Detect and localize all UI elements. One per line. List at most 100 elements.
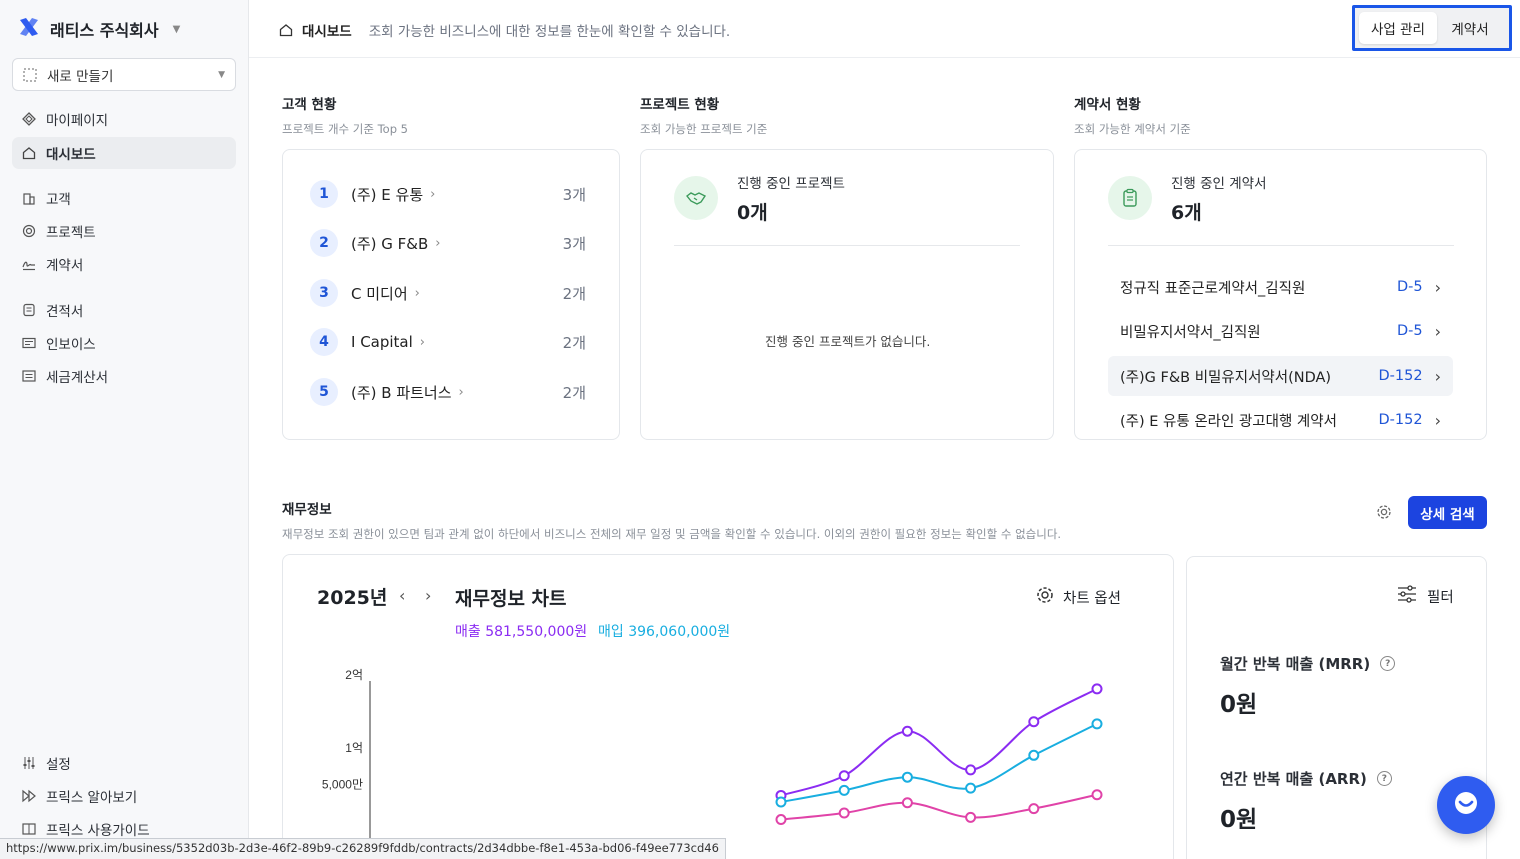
customer-row[interactable]: 4 I Capital › 2개 bbox=[310, 328, 586, 356]
quote-icon bbox=[22, 303, 36, 317]
active-contracts-value: 6개 bbox=[1171, 202, 1202, 224]
sidebar-item-quotes[interactable]: 견적서 bbox=[12, 294, 236, 326]
home-icon bbox=[22, 146, 36, 160]
company-switcher[interactable]: 래티스 주식회사 ▼ bbox=[18, 16, 180, 42]
filter-label: 필터 bbox=[1427, 589, 1454, 606]
tab-contracts[interactable]: 계약서 bbox=[1437, 12, 1503, 44]
series-line-1 bbox=[780, 723, 1098, 804]
projects-card: 진행 중인 프로젝트 0개 진행 중인 프로젝트가 없습니다. bbox=[640, 149, 1054, 440]
sidebar-item-label: 고객 bbox=[46, 192, 71, 208]
series-point-1 bbox=[775, 796, 787, 808]
customer-row[interactable]: 1 (주) E 유통 › 3개 bbox=[310, 180, 586, 208]
sidebar-item-invoices[interactable]: 인보이스 bbox=[12, 327, 236, 359]
sidebar-item-label: 프로젝트 bbox=[46, 225, 96, 241]
y-tick-label: 5,000만 bbox=[322, 778, 363, 792]
sidebar-item-about[interactable]: 프릭스 알아보기 bbox=[12, 780, 236, 812]
sidebar-item-settings[interactable]: 설정 bbox=[12, 747, 236, 779]
customers-section-title: 고객 현황 bbox=[282, 97, 337, 113]
sidebar-item-label: 인보이스 bbox=[46, 337, 96, 353]
page-description: 조회 가능한 비즈니스에 대한 정보를 한눈에 확인할 수 있습니다. bbox=[368, 24, 731, 40]
chevron-right-icon: › bbox=[414, 285, 420, 301]
projects-section-subtitle: 조회 가능한 프로젝트 기준 bbox=[640, 122, 768, 136]
handshake-icon bbox=[674, 176, 718, 220]
home-icon bbox=[279, 23, 293, 37]
customers-section-subtitle: 프로젝트 개수 기준 Top 5 bbox=[282, 122, 408, 136]
sidebar-item-customers[interactable]: 고객 bbox=[12, 182, 236, 214]
invoice-icon bbox=[22, 336, 36, 350]
sidebar-item-label: 계약서 bbox=[46, 258, 84, 274]
target-icon bbox=[22, 224, 36, 238]
sidebar-item-dashboard[interactable]: 대시보드 bbox=[12, 137, 236, 169]
contracts-section-subtitle: 조회 가능한 계약서 기준 bbox=[1074, 122, 1191, 136]
series-line-2 bbox=[780, 793, 1098, 821]
contract-name: (주) E 유통 온라인 광고대행 계약서 bbox=[1120, 413, 1337, 430]
contract-dday: D-5 bbox=[1396, 279, 1423, 295]
project-count: 2개 bbox=[562, 333, 586, 352]
filter-button[interactable]: 필터 bbox=[1397, 585, 1454, 607]
chevron-right-icon: › bbox=[419, 334, 425, 350]
series-point-1 bbox=[838, 784, 850, 796]
create-new-dropdown[interactable]: 새로 만들기 ▼ bbox=[12, 58, 236, 91]
rank-badge: 4 bbox=[310, 328, 338, 356]
sidebar-item-mypage[interactable]: 마이페이지 bbox=[12, 103, 236, 135]
create-new-label: 새로 만들기 bbox=[47, 68, 114, 85]
contracts-section-title: 계약서 현황 bbox=[1074, 97, 1141, 113]
customer-name: (주) G F&B bbox=[351, 234, 429, 253]
top-bar: 대시보드 조회 가능한 비즈니스에 대한 정보를 한눈에 확인할 수 있습니다.… bbox=[249, 0, 1520, 58]
customer-row[interactable]: 3 C 미디어 › 2개 bbox=[310, 279, 586, 307]
page-title: 대시보드 bbox=[302, 24, 352, 40]
project-count: 3개 bbox=[562, 234, 586, 253]
contract-item[interactable]: 비밀유지서약서_김직원 D-5 › bbox=[1108, 311, 1453, 351]
company-logo-icon bbox=[18, 16, 40, 42]
sidebar-item-projects[interactable]: 프로젝트 bbox=[12, 215, 236, 247]
contract-item[interactable]: (주)G F&B 비밀유지서약서(NDA) D-152 › bbox=[1108, 356, 1453, 396]
chevron-right-icon: › bbox=[458, 384, 464, 400]
customer-row[interactable]: 5 (주) B 파트너스 › 2개 bbox=[310, 378, 586, 406]
building-icon bbox=[22, 191, 36, 205]
chevron-right-icon: › bbox=[1434, 277, 1441, 297]
sidebar-item-label: 견적서 bbox=[46, 304, 84, 320]
contract-name: 비밀유지서약서_김직원 bbox=[1120, 324, 1261, 341]
customer-row[interactable]: 2 (주) G F&B › 3개 bbox=[310, 229, 586, 257]
rank-badge: 3 bbox=[310, 279, 338, 307]
help-icon[interactable]: ? bbox=[1380, 656, 1396, 671]
active-contracts-label: 진행 중인 계약서 bbox=[1171, 176, 1267, 192]
sidebar-item-label: 대시보드 bbox=[46, 147, 96, 163]
projects-section-title: 프로젝트 현황 bbox=[640, 97, 720, 113]
series-point-0 bbox=[1028, 716, 1040, 728]
chevron-down-icon: ▼ bbox=[172, 23, 181, 35]
contract-dday: D-152 bbox=[1378, 412, 1423, 428]
clipboard-icon bbox=[1108, 176, 1152, 220]
customer-name: C 미디어 bbox=[351, 284, 408, 303]
help-icon[interactable]: ? bbox=[1376, 771, 1392, 786]
series-point-0 bbox=[965, 764, 977, 776]
finance-section-subtitle: 재무정보 조회 권한이 있으면 팀과 관계 없이 하단에서 비즈니스 전체의 재… bbox=[282, 527, 1062, 541]
company-name: 래티스 주식회사 bbox=[50, 21, 159, 40]
sidebar-item-label: 프릭스 사용가이드 bbox=[46, 823, 150, 839]
customer-name: I Capital bbox=[351, 333, 413, 351]
sidebar-item-label: 세금계산서 bbox=[46, 370, 109, 386]
tab-business-management[interactable]: 사업 관리 bbox=[1359, 12, 1437, 44]
sidebar-item-contracts[interactable]: 계약서 bbox=[12, 248, 236, 280]
mrr-label: 월간 반복 매출 (MRR) bbox=[1220, 655, 1371, 673]
arr-value: 0원 bbox=[1220, 807, 1258, 833]
series-point-1 bbox=[1028, 749, 1040, 761]
status-bar-url: https://www.prix.im/business/5352d03b-2d… bbox=[0, 838, 726, 859]
sidebar-item-label: 프릭스 알아보기 bbox=[46, 790, 138, 806]
rank-badge: 2 bbox=[310, 229, 338, 257]
chat-support-button[interactable] bbox=[1437, 776, 1495, 834]
series-point-0 bbox=[1091, 683, 1103, 695]
detail-search-button[interactable]: 상세 검색 bbox=[1408, 496, 1487, 529]
sidebar: 래티스 주식회사 ▼ 새로 만들기 ▼ 마이페이지 대시보드 고객 프로젝트 계… bbox=[0, 0, 249, 859]
contract-item[interactable]: 정규직 표준근로계약서_김직원 D-5 › bbox=[1108, 267, 1453, 307]
chevron-right-icon: › bbox=[430, 186, 436, 202]
chevron-right-icon: › bbox=[1434, 321, 1441, 341]
sidebar-item-tax-invoices[interactable]: 세금계산서 bbox=[12, 360, 236, 392]
contract-item[interactable]: (주) E 유통 온라인 광고대행 계약서 D-152 › bbox=[1108, 400, 1453, 440]
contracts-card: 진행 중인 계약서 6개 정규직 표준근로계약서_김직원 D-5 › 비밀유지서… bbox=[1074, 149, 1487, 440]
gear-icon[interactable] bbox=[1375, 503, 1395, 523]
series-line-0 bbox=[780, 687, 1098, 797]
contract-name: 정규직 표준근로계약서_김직원 bbox=[1120, 280, 1306, 297]
divider bbox=[1108, 245, 1454, 246]
y-tick-label: 1억 bbox=[345, 741, 363, 755]
